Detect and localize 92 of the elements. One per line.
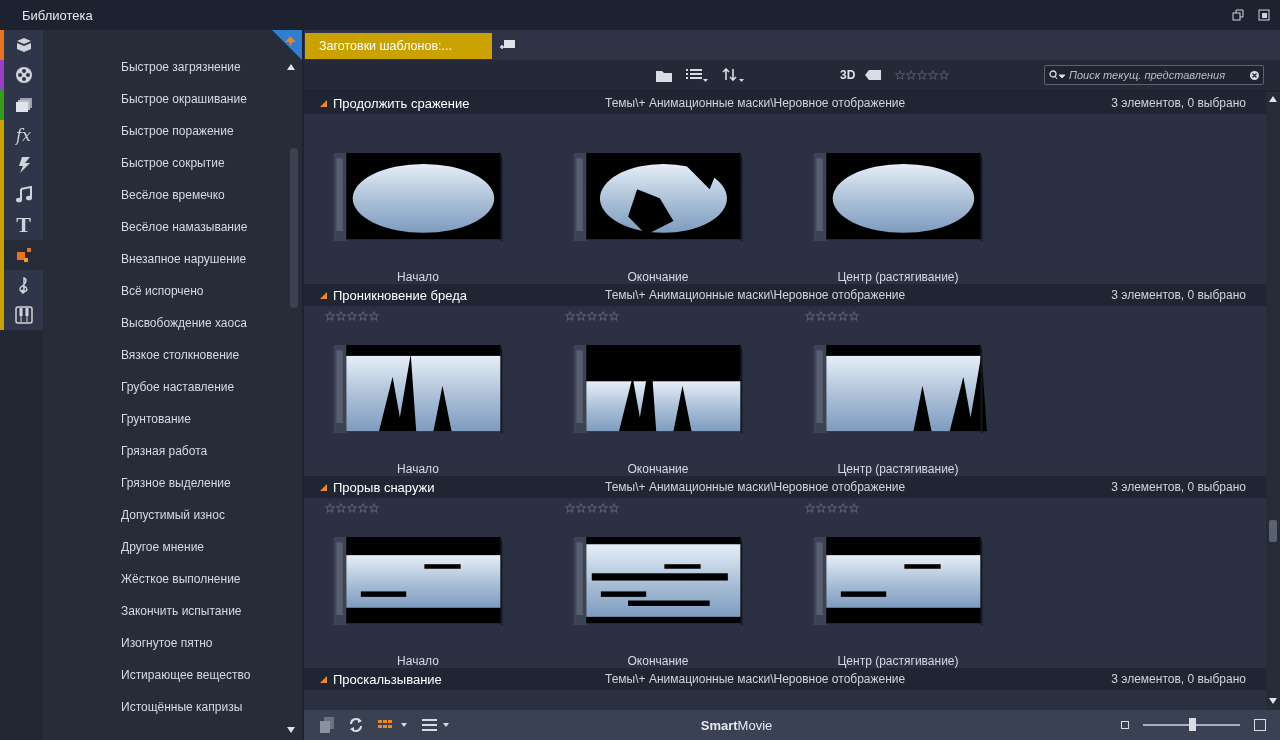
folders-icon	[14, 96, 33, 114]
large-size-icon[interactable]	[1254, 719, 1266, 731]
list-item[interactable]: Истирающее вещество	[43, 659, 302, 691]
scroll-up-icon[interactable]	[287, 64, 295, 70]
sort-icon[interactable]	[722, 68, 744, 82]
detach-icon[interactable]	[1258, 9, 1270, 21]
list-item[interactable]: Другое мнение	[43, 531, 302, 563]
pin-icon[interactable]	[272, 30, 302, 60]
rating-stars[interactable]	[565, 503, 619, 513]
item-label: Центр (растягивание)	[837, 462, 959, 476]
list-item[interactable]: Грязная работа	[43, 435, 302, 467]
expand-icon[interactable]	[320, 291, 327, 299]
scroll-down-icon[interactable]	[287, 727, 295, 733]
group-title: Проскальзывание	[333, 671, 443, 687]
item-label: Окончание	[627, 654, 689, 668]
group-count: 3 элементов, 0 выбрано	[1111, 288, 1246, 302]
list-view-icon[interactable]	[422, 719, 452, 731]
item-label: Начало	[397, 270, 439, 284]
list-item[interactable]: Весёлое намазывание	[43, 211, 302, 243]
piano-keys-icon	[14, 306, 33, 324]
clear-icon[interactable]	[1250, 70, 1259, 80]
category-tab[interactable]: fx	[0, 120, 43, 150]
list-item[interactable]: Истощённые капризы	[43, 691, 302, 723]
window-title: Библиотека	[22, 7, 94, 23]
list-item[interactable]: Быстрое окрашивание	[43, 83, 302, 115]
category-tab[interactable]: T	[0, 210, 43, 240]
item-label: Центр (растягивание)	[837, 270, 959, 284]
group-title: Прорыв снаружи	[333, 479, 436, 495]
rating-stars[interactable]	[325, 503, 379, 513]
list-item[interactable]: Внезапное нарушение	[43, 243, 302, 275]
list-item[interactable]: Изогнутое пятно	[43, 627, 302, 659]
list-item[interactable]: Весёлое времечко	[43, 179, 302, 211]
scroll-up-icon[interactable]	[1269, 96, 1277, 102]
list-item[interactable]: Вязкое столкновение	[43, 339, 302, 371]
item-label: Начало	[397, 462, 439, 476]
item-label: Окончание	[627, 270, 689, 284]
item-label: Центр (растягивание)	[837, 654, 959, 668]
refresh-icon[interactable]	[348, 717, 364, 733]
list-item[interactable]: Быстрое поражение	[43, 115, 302, 147]
category-tab[interactable]	[0, 240, 43, 270]
box-icon	[14, 36, 33, 54]
group-path: Темы\+ Анимационные маски\Неровное отображение	[605, 96, 907, 110]
group-title: Проникновение бреда	[333, 287, 469, 303]
restore-icon[interactable]	[1232, 9, 1244, 21]
list-item[interactable]: Жёсткое выполнение	[43, 563, 302, 595]
brand-name: SmartMovie	[699, 717, 774, 733]
folder-icon[interactable]	[656, 68, 672, 82]
item-label: Окончание	[627, 462, 689, 476]
group-count: 3 элементов, 0 выбрано	[1111, 96, 1246, 110]
zoom-slider[interactable]	[1143, 718, 1240, 732]
copies-icon[interactable]	[320, 717, 334, 733]
item-label: Начало	[397, 654, 439, 668]
group-title: Продолжить сражение	[333, 95, 471, 111]
group-path: Темы\+ Анимационные маски\Неровное отображение	[605, 288, 907, 302]
category-tab[interactable]	[0, 30, 43, 60]
film-reel-icon	[14, 66, 33, 84]
squares-icon	[14, 246, 33, 264]
expand-icon[interactable]	[320, 675, 327, 683]
small-size-icon[interactable]	[1121, 721, 1129, 729]
3d-toggle[interactable]: 3D	[840, 68, 856, 82]
list-item[interactable]: Грубое наставление	[43, 371, 302, 403]
list-item[interactable]: Быстрое сокрытие	[43, 147, 302, 179]
rating-stars[interactable]	[895, 70, 950, 80]
music-note-icon	[14, 186, 33, 204]
expand-icon[interactable]	[320, 483, 327, 491]
list-view-icon[interactable]	[686, 68, 708, 82]
list-item[interactable]: Быстрое загрязнение	[43, 51, 302, 83]
list-item[interactable]: Грунтование	[43, 403, 302, 435]
category-tab[interactable]	[0, 300, 43, 330]
list-item[interactable]: Закончить испытание	[43, 595, 302, 627]
rating-stars[interactable]	[565, 311, 619, 321]
list-item[interactable]: Высвобождение хаоса	[43, 307, 302, 339]
scroll-down-icon[interactable]	[1269, 698, 1277, 704]
group-path: Темы\+ Анимационные маски\Неровное отображение	[605, 480, 907, 494]
group-count: 3 элементов, 0 выбрано	[1111, 672, 1246, 686]
scrollbar-thumb[interactable]	[1269, 520, 1277, 542]
search-field[interactable]: Поиск текущ. представления	[1044, 65, 1264, 85]
add-tab-icon[interactable]	[500, 39, 516, 51]
group-path: Темы\+ Анимационные маски\Неровное отображение	[605, 672, 907, 686]
group-count: 3 элементов, 0 выбрано	[1111, 480, 1246, 494]
rating-stars[interactable]	[805, 503, 859, 513]
list-item[interactable]: Всё испорчено	[43, 275, 302, 307]
expand-icon[interactable]	[320, 99, 327, 107]
rating-stars[interactable]	[805, 311, 859, 321]
list-item[interactable]: Грязное выделение	[43, 467, 302, 499]
category-tab[interactable]	[0, 270, 43, 300]
list-item[interactable]: Допустимый износ	[43, 499, 302, 531]
scrollbar-thumb[interactable]	[290, 148, 298, 308]
grid-view-icon[interactable]	[378, 720, 408, 730]
search-icon[interactable]	[1049, 70, 1065, 80]
tag-icon[interactable]	[865, 70, 882, 80]
rating-stars[interactable]	[325, 311, 379, 321]
